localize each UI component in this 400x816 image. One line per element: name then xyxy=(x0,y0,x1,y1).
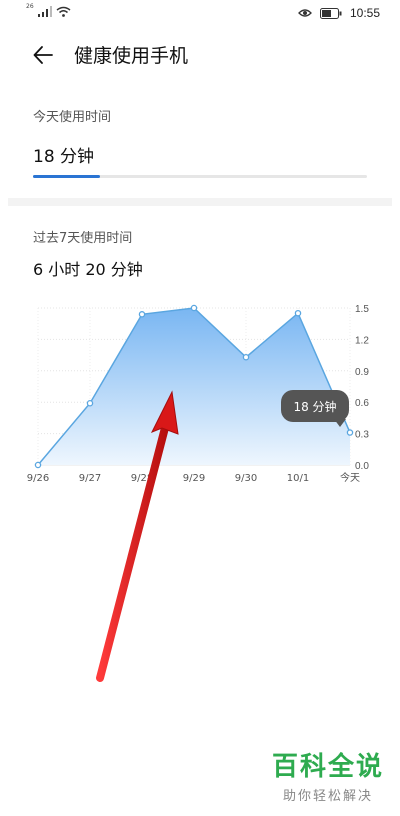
week-usage-label: 过去7天使用时间 xyxy=(33,231,133,246)
chart-point xyxy=(346,429,354,436)
back-button[interactable] xyxy=(26,38,60,72)
watermark-title: 百科全说 xyxy=(271,752,384,782)
y-tick-label: 0.9 xyxy=(355,367,369,378)
app-bar: 健康使用手机 xyxy=(0,28,400,80)
x-tick-label: 9/30 xyxy=(235,473,257,484)
eye-comfort-icon xyxy=(298,9,312,17)
page-title: 健康使用手机 xyxy=(74,45,189,67)
y-tick-label: 1.2 xyxy=(355,335,369,346)
chart-tooltip-tail xyxy=(334,419,346,427)
chart-point xyxy=(190,304,198,312)
signal-icon xyxy=(37,6,52,17)
chart-point xyxy=(294,309,302,317)
status-time: 10:55 xyxy=(349,6,380,20)
today-progress-bar xyxy=(33,175,367,178)
y-tick-label: 0.0 xyxy=(355,461,369,472)
arrow-left-icon xyxy=(33,46,53,64)
chart-point xyxy=(242,353,250,361)
watermark: 百科全说 助你轻松解决 xyxy=(272,746,384,804)
y-tick-label: 0.6 xyxy=(355,398,369,409)
today-usage-section: 今天使用时间 18 分钟 xyxy=(0,96,400,196)
x-tick-label: 10/1 xyxy=(287,473,309,484)
chart-point xyxy=(138,311,146,318)
status-left: 26 xyxy=(26,3,71,17)
status-bar: 26 10:55 xyxy=(0,0,400,28)
battery-icon xyxy=(319,7,342,19)
y-tick-label: 0.3 xyxy=(355,430,369,441)
week-usage-total: 6 小时 20 分钟 xyxy=(33,260,143,279)
x-tick-label: 9/26 xyxy=(27,473,49,484)
chart-tooltip: 18 分钟 xyxy=(281,390,349,422)
wifi-icon xyxy=(56,6,71,17)
section-divider xyxy=(8,198,392,206)
x-tick-label: 今天 xyxy=(340,471,360,484)
today-usage-label: 今天使用时间 xyxy=(33,110,112,125)
status-right: 10:55 xyxy=(298,6,380,20)
watermark-subtitle: 助你轻松解决 xyxy=(282,789,373,804)
red-arrow-annotation xyxy=(96,390,179,682)
today-progress-fill xyxy=(33,175,100,178)
network-tag: 26 xyxy=(26,3,34,10)
y-tick-label: 1.5 xyxy=(355,304,369,315)
today-usage-value: 18 分钟 xyxy=(33,147,95,167)
chart-point xyxy=(34,461,42,469)
